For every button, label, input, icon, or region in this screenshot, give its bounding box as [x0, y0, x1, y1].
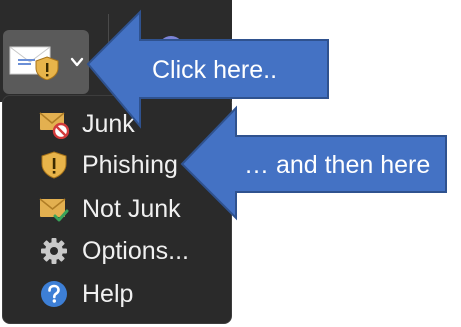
callout-text-then-here: … and then here	[244, 151, 431, 179]
